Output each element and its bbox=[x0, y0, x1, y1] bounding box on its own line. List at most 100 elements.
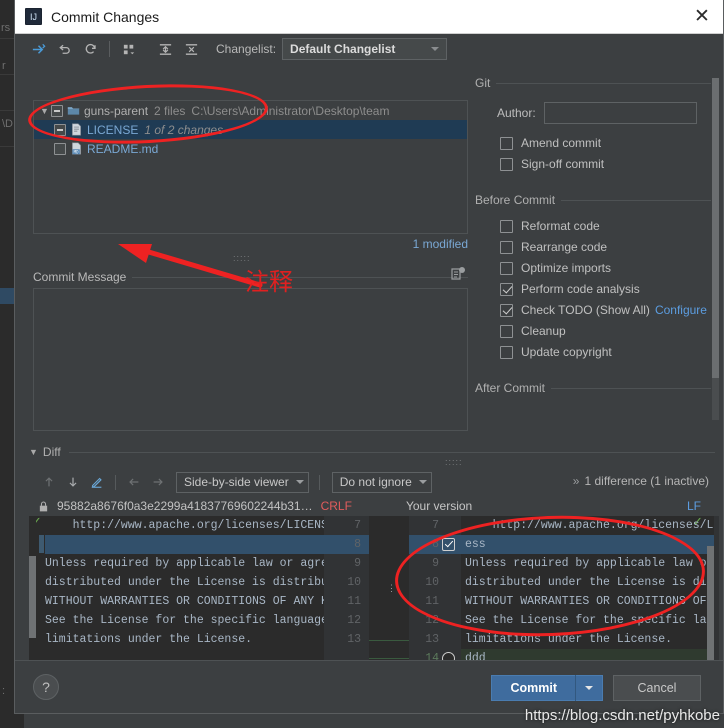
changelist-select[interactable]: Default Changelist bbox=[282, 38, 448, 60]
expand-all-icon[interactable] bbox=[152, 37, 178, 61]
checkbox-box[interactable] bbox=[500, 282, 513, 296]
cancel-button[interactable]: Cancel bbox=[613, 675, 701, 701]
checkbox-box[interactable] bbox=[500, 240, 513, 254]
tree-item-path: C:\Users\Administrator\Desktop\team bbox=[191, 103, 390, 118]
right-line-separator: LF bbox=[686, 499, 701, 513]
options-scrollbar[interactable] bbox=[712, 78, 719, 420]
chevron-down-icon[interactable]: ▼ bbox=[38, 106, 51, 116]
diff-line bbox=[45, 535, 324, 554]
left-vertical-scrollbar[interactable] bbox=[29, 556, 36, 638]
line-number: 10 bbox=[347, 576, 361, 589]
diff-ignore-select[interactable]: Do not ignore bbox=[331, 471, 432, 493]
checkbox-label: Check TODO (Show All) bbox=[521, 303, 650, 317]
include-change-checkbox[interactable] bbox=[442, 538, 455, 551]
diff-ignore-value: Do not ignore bbox=[339, 475, 412, 489]
checkbox-update-copyright[interactable]: Update copyright bbox=[500, 345, 715, 359]
checkbox-perform-code-analysis[interactable]: Perform code analysis bbox=[500, 282, 715, 296]
line-number: 11 bbox=[347, 595, 361, 608]
diff-line: See the License for the specific languag… bbox=[465, 614, 719, 627]
line-number: 9 bbox=[354, 557, 361, 570]
checkbox-box[interactable] bbox=[500, 261, 513, 275]
configure-link[interactable]: Configure bbox=[655, 303, 707, 317]
group-by-icon[interactable] bbox=[116, 37, 142, 61]
next-file-icon[interactable] bbox=[146, 471, 170, 493]
line-number: 9 bbox=[432, 557, 439, 570]
diff-viewer-value: Side-by-side viewer bbox=[184, 475, 289, 489]
previous-file-icon[interactable] bbox=[122, 471, 146, 493]
changed-files-tree[interactable]: ▼ guns-parent 2 files C:\Users\Administr… bbox=[33, 100, 468, 234]
checkbox-check-todo[interactable]: Check TODO (Show All) Configure bbox=[500, 303, 715, 317]
checkbox-box[interactable] bbox=[500, 345, 513, 359]
tree-row-readme[interactable]: MD README.md bbox=[34, 139, 467, 158]
tree-row-project[interactable]: ▼ guns-parent 2 files C:\Users\Administr… bbox=[34, 101, 467, 120]
collapse-all-icon[interactable] bbox=[178, 37, 204, 61]
tree-checkbox[interactable] bbox=[51, 104, 63, 117]
chevron-down-icon[interactable]: ▼ bbox=[29, 447, 38, 457]
rollback-icon[interactable] bbox=[51, 37, 77, 61]
tree-checkbox[interactable] bbox=[54, 142, 66, 155]
checkbox-box[interactable] bbox=[500, 303, 513, 317]
modified-status: 1 modified bbox=[412, 237, 468, 251]
refresh-changes-icon[interactable] bbox=[25, 37, 51, 61]
diff-line: limitations under the License. bbox=[465, 633, 673, 646]
previous-difference-icon[interactable] bbox=[37, 471, 61, 493]
text-file-icon bbox=[72, 123, 81, 136]
toolbar-separator bbox=[318, 474, 320, 490]
checkbox-label: Perform code analysis bbox=[521, 282, 640, 296]
changelist-label: Changelist: bbox=[216, 42, 277, 56]
screenshot-root: rs r \D : Commit Changes ✕ bbox=[0, 0, 724, 728]
divider bbox=[496, 82, 711, 84]
commit-message-input[interactable] bbox=[33, 288, 468, 431]
checkbox-label: Update copyright bbox=[521, 345, 612, 359]
splitter-grip[interactable]: ::::: bbox=[233, 254, 257, 263]
commit-options-panel: Git Author: Amend commit Sign-off commit bbox=[475, 74, 715, 434]
tree-item-name: guns-parent bbox=[84, 103, 149, 118]
checkbox-label: Reformat code bbox=[521, 219, 600, 233]
tree-item-meta: 1 of 2 changes bbox=[144, 122, 224, 137]
checkbox-amend-commit[interactable]: Amend commit bbox=[500, 136, 715, 150]
checkbox-label: Rearrange code bbox=[521, 240, 608, 254]
checkbox-signoff-commit[interactable]: Sign-off commit bbox=[500, 157, 715, 171]
diff-splitter-grip[interactable]: ::::: bbox=[445, 457, 463, 467]
folder-icon bbox=[67, 107, 80, 115]
line-number: 11 bbox=[425, 595, 439, 608]
line-number: 13 bbox=[425, 633, 439, 646]
chevron-down-icon bbox=[418, 480, 427, 484]
checkbox-box[interactable] bbox=[500, 136, 513, 150]
tree-checkbox[interactable] bbox=[54, 123, 66, 136]
refresh-icon[interactable] bbox=[77, 37, 103, 61]
divider bbox=[551, 387, 711, 389]
next-difference-icon[interactable] bbox=[61, 471, 85, 493]
commit-button[interactable]: Commit bbox=[491, 675, 603, 701]
diff-line: WITHOUT WARRANTIES OR CONDITIONS OF ANY … bbox=[465, 595, 719, 608]
edit-icon[interactable] bbox=[85, 471, 109, 493]
chevron-double-right-icon[interactable]: » bbox=[573, 474, 580, 488]
commit-dropdown-arrow[interactable] bbox=[576, 686, 602, 690]
commit-message-label: Commit Message bbox=[33, 270, 127, 284]
checkbox-label: Amend commit bbox=[521, 136, 602, 150]
right-vertical-scrollbar[interactable] bbox=[707, 546, 714, 666]
message-history-icon[interactable] bbox=[450, 266, 466, 282]
help-button[interactable]: ? bbox=[33, 674, 59, 700]
diff-line: See the License for the specific languag… bbox=[45, 614, 324, 627]
author-input[interactable] bbox=[543, 102, 697, 124]
line-number: 8 bbox=[324, 535, 369, 554]
checkbox-box[interactable] bbox=[500, 219, 513, 233]
dialog-titlebar: Commit Changes ✕ bbox=[15, 0, 723, 34]
checkbox-rearrange-code[interactable]: Rearrange code bbox=[500, 240, 715, 254]
checkbox-box[interactable] bbox=[500, 157, 513, 171]
diff-line: ess bbox=[465, 538, 486, 551]
left-line-separator: CRLF bbox=[320, 499, 352, 513]
tree-row-license[interactable]: LICENSE 1 of 2 changes bbox=[34, 120, 467, 139]
diff-viewer-select[interactable]: Side-by-side viewer bbox=[176, 471, 309, 493]
diff-line: http://www.apache.org/licenses/LICENSE- bbox=[45, 519, 324, 532]
scrollbar-thumb[interactable] bbox=[712, 78, 719, 378]
checkbox-cleanup[interactable]: Cleanup bbox=[500, 324, 715, 338]
close-icon[interactable]: ✕ bbox=[687, 2, 717, 32]
diff-line: distributed under the License is distrib… bbox=[45, 576, 324, 589]
checkbox-box[interactable] bbox=[500, 324, 513, 338]
checkbox-label: Cleanup bbox=[521, 324, 566, 338]
checkbox-optimize-imports[interactable]: Optimize imports bbox=[500, 261, 715, 275]
divider bbox=[561, 199, 711, 201]
checkbox-reformat-code[interactable]: Reformat code bbox=[500, 219, 715, 233]
